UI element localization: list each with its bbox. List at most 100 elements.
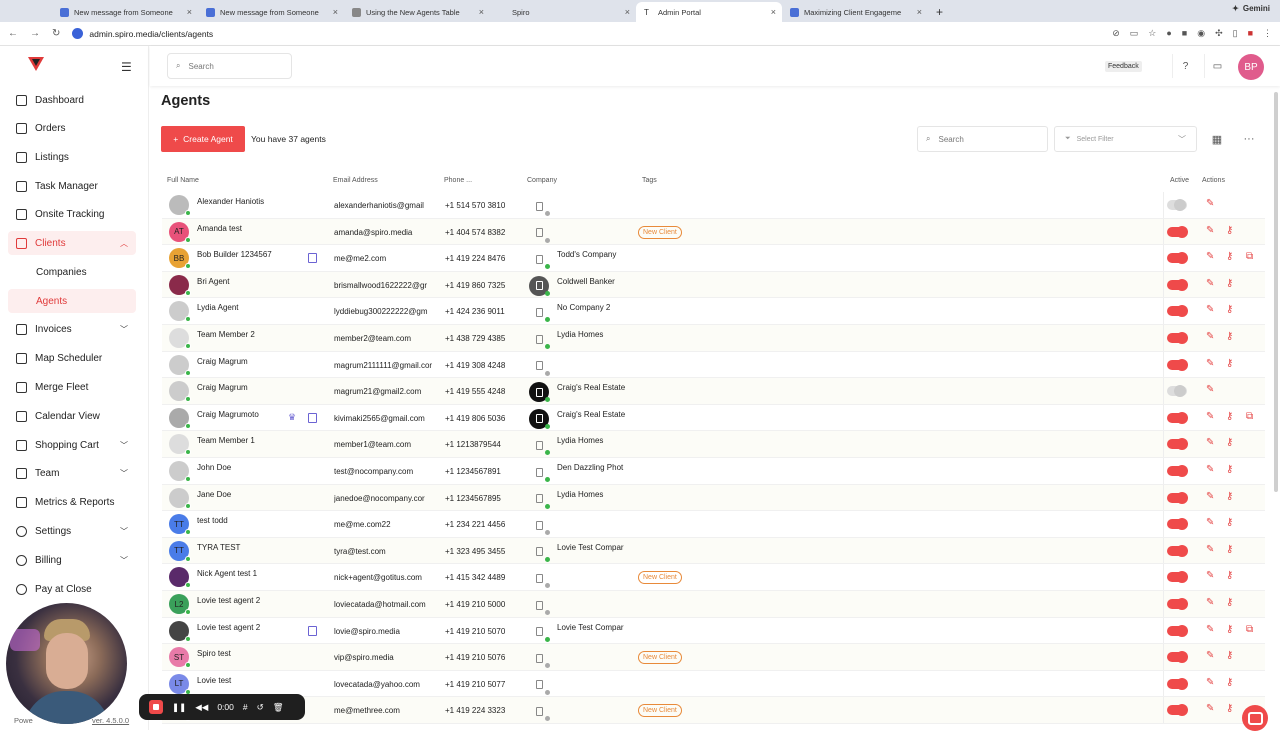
table-search-input[interactable]: ⌕ Search (917, 126, 1048, 152)
sidebar-item-agents[interactable]: Agents (8, 289, 136, 313)
sidebar-item-companies[interactable]: Companies (8, 260, 136, 284)
active-toggle[interactable] (1167, 491, 1188, 504)
camera-off-icon[interactable]: ⊘ (1112, 28, 1120, 39)
key-icon[interactable]: ⚷ (1226, 331, 1233, 342)
sidebar-item-onsite-tracking[interactable]: Onsite Tracking (8, 202, 136, 226)
active-toggle[interactable] (1167, 518, 1188, 531)
sidebar-item-metrics-reports[interactable]: Metrics & Reports (8, 490, 136, 514)
sidebar-item-calendar-view[interactable]: Calendar View (8, 404, 136, 428)
table-row[interactable]: TT TYRA TEST tyra@test.com +1 323 495 3455 L… (162, 537, 1265, 565)
sidebar-item-pay-at-close[interactable]: Pay at Close (8, 577, 136, 601)
agent-company[interactable]: Lovie Test Compar (557, 623, 633, 632)
global-search-input[interactable]: ⌕ Search (167, 53, 292, 79)
agent-name[interactable]: Lovie test agent 2 (197, 596, 260, 605)
edit-icon[interactable]: ✎ (1206, 198, 1214, 209)
agent-name[interactable]: Craig Magrum (197, 357, 248, 366)
active-toggle[interactable] (1167, 225, 1188, 238)
active-toggle[interactable] (1167, 465, 1188, 477)
site-info-icon[interactable] (72, 28, 84, 39)
agent-company[interactable]: Den Dazzling Phot (557, 463, 633, 472)
sidebar-item-task-manager[interactable]: Task Manager (8, 174, 136, 198)
key-icon[interactable]: ⚷ (1226, 491, 1233, 502)
close-icon[interactable]: × (917, 7, 922, 17)
key-icon[interactable]: ⚷ (1226, 544, 1233, 555)
video-icon[interactable]: ▭ (1204, 54, 1230, 78)
menu-icon[interactable]: ⋮ (1263, 28, 1272, 39)
agent-company[interactable]: Lovie Test Compar (557, 543, 633, 552)
grid-icon[interactable]: # (243, 702, 248, 712)
active-toggle[interactable] (1167, 651, 1188, 664)
active-toggle[interactable] (1167, 199, 1187, 211)
close-icon[interactable]: × (187, 7, 192, 17)
key-icon[interactable]: ⚷ (1226, 703, 1233, 714)
key-icon[interactable]: ⚷ (1226, 517, 1233, 528)
active-toggle[interactable] (1167, 544, 1188, 557)
active-toggle[interactable] (1167, 438, 1188, 451)
active-toggle[interactable] (1167, 252, 1188, 265)
back-icon[interactable]: ← (8, 28, 18, 39)
column-header-tags[interactable]: Tags (642, 177, 657, 184)
key-icon[interactable]: ⚷ (1226, 650, 1233, 661)
browser-tab[interactable]: Maximizing Client Engageme × (782, 2, 928, 22)
browser-tab[interactable]: Spiro × (490, 2, 636, 22)
agent-name[interactable]: Craig Magrum (197, 383, 248, 392)
table-row[interactable]: John Doe test@nocompany.com +1 1234567891 D… (162, 458, 1265, 485)
column-view-icon[interactable]: ▦ (1204, 126, 1230, 152)
table-row[interactable]: Craig Magrumoto ♛ kivimaki2565@gmail.com +1… (162, 404, 1265, 432)
external-edit-icon[interactable]: ⧉ (1246, 251, 1253, 262)
table-row[interactable]: ST Spiro test vip@spiro.media +1 419 210 50… (162, 644, 1265, 671)
key-icon[interactable]: ⚷ (1226, 570, 1233, 581)
agent-name[interactable]: Jane Doe (197, 490, 231, 499)
agent-name[interactable]: Lovie test (197, 676, 231, 685)
edit-icon[interactable]: ✎ (1206, 650, 1214, 661)
table-row[interactable]: me@methree.com +1 419 224 3323 New Client ✎… (162, 697, 1265, 724)
table-row[interactable]: Nick Agent test 1 nick+agent@gotitus.com +… (162, 564, 1265, 591)
browser-tab[interactable]: New message from Someone × (198, 2, 344, 22)
agent-company[interactable]: Lydia Homes (557, 436, 633, 445)
agent-name[interactable]: Alexander Haniotis (197, 197, 264, 206)
sidebar-item-team[interactable]: Team ﹀ (8, 461, 136, 485)
key-icon[interactable]: ⚷ (1226, 358, 1233, 369)
edit-icon[interactable]: ✎ (1206, 437, 1214, 448)
sidebar-item-dashboard[interactable]: Dashboard (8, 88, 136, 112)
active-toggle[interactable] (1167, 305, 1188, 318)
table-row[interactable]: Team Member 1 member1@team.com +1 12138795… (162, 431, 1265, 458)
edit-icon[interactable]: ✎ (1206, 304, 1214, 315)
browser-tab-active[interactable]: T Admin Portal × (636, 2, 782, 22)
agent-name[interactable]: Nick Agent test 1 (197, 569, 257, 578)
column-header-phone[interactable]: Phone ... (444, 177, 472, 184)
sidebar-item-listings[interactable]: Listings (8, 145, 136, 169)
close-icon[interactable]: × (333, 7, 338, 17)
edit-icon[interactable]: ✎ (1206, 384, 1214, 395)
user-avatar[interactable]: BP (1238, 54, 1264, 80)
key-icon[interactable]: ⚷ (1226, 624, 1233, 635)
sidebar-item-merge-fleet[interactable]: Merge Fleet (8, 375, 136, 399)
key-icon[interactable]: ⚷ (1226, 225, 1233, 236)
agent-company[interactable]: Lydia Homes (557, 490, 633, 499)
agent-name[interactable]: Bob Builder 1234567 (197, 250, 272, 259)
help-icon[interactable]: ? (1172, 54, 1198, 78)
column-header-email[interactable]: Email Address (333, 177, 378, 184)
sidebar-item-clients[interactable]: Clients ︿ (8, 231, 136, 255)
key-icon[interactable]: ⚷ (1226, 677, 1233, 688)
column-header-company[interactable]: Company (527, 177, 557, 184)
edit-icon[interactable]: ✎ (1206, 677, 1214, 688)
agent-name[interactable]: Bri Agent (197, 277, 229, 286)
chat-support-icon[interactable] (1242, 705, 1268, 731)
active-toggle[interactable] (1167, 385, 1187, 398)
key-icon[interactable]: ⚷ (1226, 304, 1233, 315)
sidebar-item-map-scheduler[interactable]: Map Scheduler (8, 346, 136, 370)
edit-icon[interactable]: ✎ (1206, 464, 1214, 475)
table-row[interactable]: Team Member 2 member2@team.com +1 438 729 … (162, 325, 1265, 352)
active-toggle[interactable] (1167, 358, 1188, 371)
sidebar-item-settings[interactable]: Settings ﹀ (8, 519, 136, 543)
agent-name[interactable]: Lovie test agent 2 (197, 623, 260, 632)
agent-company[interactable]: Craig's Real Estate (557, 410, 633, 419)
reload-icon[interactable]: ↻ (52, 28, 60, 39)
sidebar-item-invoices[interactable]: Invoices ﹀ (8, 317, 136, 341)
table-row[interactable]: Craig Magrum magrum2111111@gmail.cor +1 41… (162, 351, 1265, 379)
edit-icon[interactable]: ✎ (1206, 278, 1214, 289)
edit-icon[interactable]: ✎ (1206, 358, 1214, 369)
active-toggle[interactable] (1167, 704, 1188, 717)
trash-icon[interactable]: 🗑 (273, 702, 284, 713)
